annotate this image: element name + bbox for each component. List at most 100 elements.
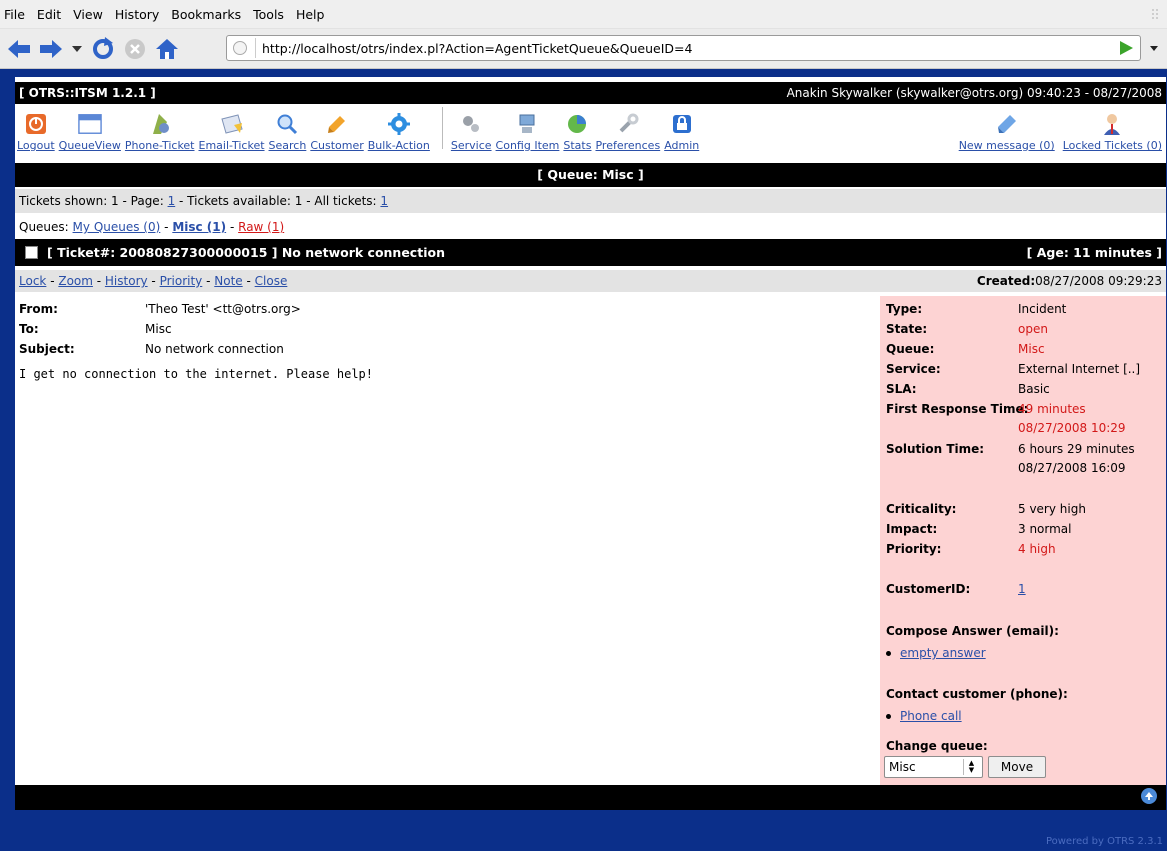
created-info: Created:08/27/2008 09:29:23 bbox=[977, 274, 1162, 288]
note-link[interactable]: Note bbox=[214, 274, 242, 288]
preferences-button[interactable]: Preferences bbox=[595, 112, 660, 152]
go-icon[interactable] bbox=[1118, 40, 1134, 56]
tickets-info-middle: - Tickets available: 1 - All tickets: bbox=[179, 194, 377, 208]
customer-icon bbox=[328, 116, 346, 133]
compose-answer-item: empty answer bbox=[886, 646, 986, 660]
phone-ticket-button[interactable]: Phone-Ticket bbox=[125, 112, 195, 152]
service-value: External Internet [..] bbox=[1018, 362, 1141, 376]
select-arrows-icon: ▲ ▼ bbox=[963, 759, 979, 775]
email-ticket-icon bbox=[220, 114, 243, 134]
search-button[interactable]: Search bbox=[268, 112, 307, 152]
locked-tickets-button[interactable]: Locked Tickets (0) bbox=[1063, 112, 1162, 152]
queueview-button[interactable]: QueueView bbox=[59, 112, 121, 152]
forward-arrow-icon bbox=[40, 39, 62, 58]
wrench-icon bbox=[619, 113, 639, 133]
url-bar[interactable]: http://localhost/otrs/index.pl?Action=Ag… bbox=[226, 35, 1141, 61]
first-response-value: 49 minutes bbox=[1018, 402, 1086, 416]
bullet bbox=[886, 713, 891, 719]
email-ticket-button[interactable]: Email-Ticket bbox=[199, 112, 265, 152]
url-separator bbox=[255, 38, 256, 58]
sla-value: Basic bbox=[1018, 382, 1050, 396]
scroll-to-top-icon[interactable] bbox=[1141, 788, 1157, 804]
history-dropdown[interactable] bbox=[70, 36, 84, 62]
impact-value: 3 normal bbox=[1018, 522, 1072, 536]
priority-link[interactable]: Priority bbox=[160, 274, 203, 288]
ticket-article: From: 'Theo Test' <tt@otrs.org> To: Misc S… bbox=[15, 296, 880, 810]
move-button[interactable]: Move bbox=[988, 756, 1046, 778]
queueview-icon bbox=[78, 114, 102, 134]
menu-view[interactable]: View bbox=[73, 7, 103, 22]
stats-button[interactable]: Stats bbox=[563, 112, 591, 152]
menu-tools[interactable]: Tools bbox=[253, 7, 284, 22]
config-item-button[interactable]: Config Item bbox=[495, 112, 560, 152]
page-footer-bar bbox=[15, 785, 1166, 810]
menu-edit[interactable]: Edit bbox=[37, 7, 61, 22]
change-queue-select[interactable]: Misc ▲ ▼ bbox=[884, 756, 983, 778]
from-label: From: bbox=[19, 302, 58, 316]
customer-id-link[interactable]: 1 bbox=[1018, 582, 1026, 596]
history-link[interactable]: History bbox=[105, 274, 148, 288]
logout-icon bbox=[25, 114, 46, 134]
phone-call-link[interactable]: Phone call bbox=[900, 709, 962, 723]
article-body: I get no connection to the internet. Ple… bbox=[19, 367, 374, 381]
misc-queue-link[interactable]: Misc (1) bbox=[172, 220, 226, 234]
app-toolbar: Logout QueueView Phone-Ticket Email-Tick… bbox=[15, 104, 1166, 154]
impact-label: Impact: bbox=[886, 522, 938, 536]
reload-button[interactable] bbox=[90, 36, 116, 62]
change-queue-heading: Change queue: bbox=[886, 739, 988, 753]
to-label: To: bbox=[19, 322, 39, 336]
new-message-button[interactable]: New message (0) bbox=[959, 112, 1055, 152]
lock-link[interactable]: Lock bbox=[19, 274, 46, 288]
zoom-link[interactable]: Zoom bbox=[58, 274, 93, 288]
queues-label: Queues: bbox=[19, 220, 69, 234]
type-value: Incident bbox=[1018, 302, 1067, 316]
bulk-action-label: Bulk-Action bbox=[367, 139, 430, 152]
phone-ticket-icon bbox=[152, 114, 169, 134]
page-link[interactable]: 1 bbox=[168, 194, 176, 208]
service-label: Service: bbox=[886, 362, 941, 376]
ticket-age: [ Age: 11 minutes ] bbox=[1026, 245, 1162, 260]
bulk-action-button[interactable]: Bulk-Action bbox=[368, 112, 430, 152]
empty-answer-link[interactable]: empty answer bbox=[900, 646, 986, 660]
raw-queue-link[interactable]: Raw (1) bbox=[238, 220, 284, 234]
new-message-icon bbox=[997, 115, 1016, 133]
queue-value: Misc bbox=[1018, 342, 1045, 356]
from-row: From: 'Theo Test' <tt@otrs.org> bbox=[19, 302, 301, 316]
locked-tickets-icon bbox=[1104, 114, 1121, 135]
menu-help[interactable]: Help bbox=[296, 7, 325, 22]
ticket-checkbox[interactable] bbox=[25, 246, 38, 259]
forward-button[interactable] bbox=[38, 36, 64, 62]
state-value: open bbox=[1018, 322, 1048, 336]
back-button[interactable] bbox=[6, 36, 32, 62]
tickets-info-prefix: Tickets shown: 1 - Page: bbox=[19, 194, 164, 208]
home-button[interactable] bbox=[154, 36, 180, 62]
all-tickets-link[interactable]: 1 bbox=[380, 194, 388, 208]
queue-title: [ Queue: Misc ] bbox=[15, 163, 1166, 187]
change-queue-value: Misc bbox=[889, 760, 916, 774]
customer-button[interactable]: Customer bbox=[310, 112, 364, 152]
service-button[interactable]: Service bbox=[451, 112, 492, 152]
menu-history[interactable]: History bbox=[115, 7, 159, 22]
tickets-info: Tickets shown: 1 - Page: 1 - Tickets ava… bbox=[15, 189, 1166, 213]
logout-button[interactable]: Logout bbox=[17, 112, 55, 152]
menu-bookmarks[interactable]: Bookmarks bbox=[171, 7, 241, 22]
locked-tickets-label: Locked Tickets (0) bbox=[1062, 139, 1162, 152]
stats-icon bbox=[568, 115, 587, 133]
first-response-date: 08/27/2008 10:29 bbox=[1018, 421, 1126, 435]
created-value: 08/27/2008 09:29:23 bbox=[1035, 274, 1162, 288]
bulk-action-icon bbox=[387, 113, 410, 135]
my-queues-link[interactable]: My Queues (0) bbox=[73, 220, 161, 234]
arrow-up-icon bbox=[1145, 792, 1153, 800]
customer-label: Customer bbox=[310, 139, 364, 152]
url-dropdown-icon[interactable] bbox=[1149, 40, 1159, 56]
ticket-header: [ Ticket#: 20080827300000015 ] No networ… bbox=[15, 239, 1166, 266]
stop-button[interactable] bbox=[122, 36, 148, 62]
compose-answer-heading: Compose Answer (email): bbox=[886, 624, 1059, 638]
menu-file[interactable]: File bbox=[4, 7, 25, 22]
config-item-label: Config Item bbox=[495, 139, 560, 152]
search-label: Search bbox=[268, 139, 307, 152]
preferences-label: Preferences bbox=[595, 139, 661, 152]
admin-button[interactable]: Admin bbox=[664, 112, 699, 152]
close-link[interactable]: Close bbox=[255, 274, 288, 288]
from-value: 'Theo Test' <tt@otrs.org> bbox=[145, 302, 301, 316]
